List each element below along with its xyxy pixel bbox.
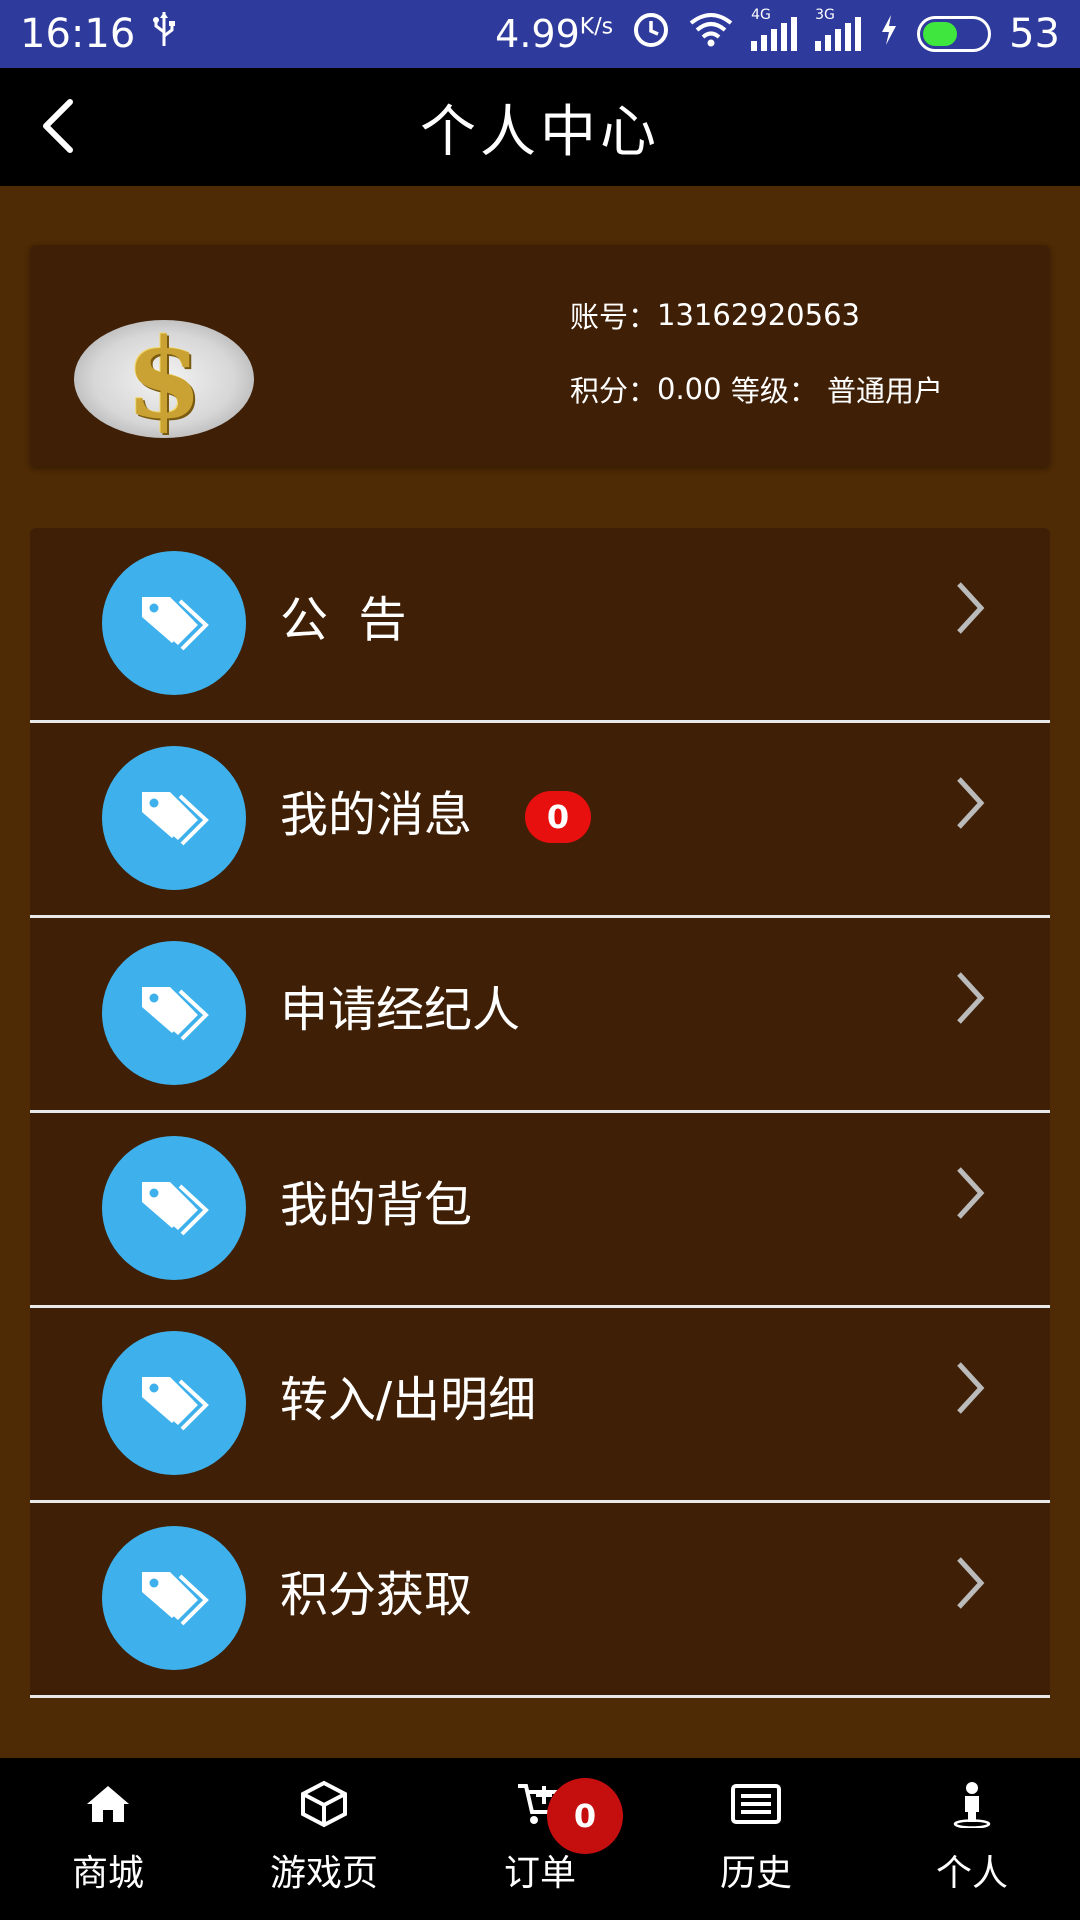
chevron-right-icon <box>950 1553 990 1613</box>
page-title: 个人中心 <box>420 99 660 165</box>
points-row: 积分： 0.00 等级： 普通用户 <box>570 369 943 409</box>
message-count-badge: 0 <box>525 791 591 843</box>
tab-orders[interactable]: 订单 0 <box>432 1758 648 1920</box>
signal-4g-icon: 4G <box>751 7 798 51</box>
menu-item-label: 我的背包 <box>280 1177 473 1233</box>
network-speed: 4.99K/s <box>495 12 613 56</box>
status-bar: 16:16 4.99K/s 4G 3G 53 <box>0 0 1080 68</box>
battery-icon <box>917 16 992 52</box>
back-button[interactable] <box>30 98 86 154</box>
tab-label: 历史 <box>719 1853 792 1894</box>
tab-mall[interactable]: 商城 <box>0 1758 216 1920</box>
tab-game[interactable]: 游戏页 <box>216 1758 432 1920</box>
cube-icon <box>296 1776 352 1832</box>
account-label: 账号： <box>570 300 658 334</box>
tab-personal[interactable]: 个人 <box>864 1758 1080 1920</box>
level-value: 普通用户 <box>827 374 944 408</box>
status-right: 4.99K/s 4G 3G 53 <box>495 7 1060 59</box>
avatar[interactable]: $ <box>74 320 254 438</box>
app-header: 个人中心 <box>0 68 1080 186</box>
status-left: 16:16 <box>20 10 177 58</box>
menu-item-my-backpack[interactable]: 我的背包 <box>30 1113 1050 1308</box>
tag-icon <box>102 1526 246 1670</box>
dollar-icon: $ <box>125 320 203 438</box>
battery-level: 53 <box>1009 11 1060 57</box>
tab-label: 商城 <box>71 1853 144 1894</box>
cart-count-badge: 0 <box>547 1778 623 1854</box>
person-icon <box>944 1776 1000 1832</box>
tag-icon <box>102 551 246 695</box>
menu-item-earn-points[interactable]: 积分获取 <box>30 1503 1050 1698</box>
menu-item-apply-agent[interactable]: 申请经纪人 <box>30 918 1050 1113</box>
chevron-right-icon <box>950 773 990 833</box>
account-row: 账号： 13162920563 <box>570 295 943 335</box>
tag-icon <box>102 1331 246 1475</box>
chevron-right-icon <box>950 1358 990 1418</box>
profile-card: $ 账号： 13162920563 积分： 0.00 等级： 普通用户 <box>30 245 1050 467</box>
points-value: 0.00 <box>657 372 722 406</box>
alarm-icon <box>631 9 671 59</box>
chevron-right-icon <box>950 578 990 638</box>
home-icon <box>80 1776 136 1832</box>
usb-icon <box>151 10 177 58</box>
menu-item-my-messages[interactable]: 我的消息 0 <box>30 723 1050 918</box>
menu-item-label: 积分获取 <box>280 1567 473 1623</box>
network-speed-unit: K/s <box>579 14 614 40</box>
tag-icon <box>102 941 246 1085</box>
chevron-left-icon <box>43 99 73 153</box>
chevron-right-icon <box>950 1163 990 1223</box>
bottom-tab-bar: 商城 游戏页 订单 0 历史 个人 <box>0 1758 1080 1920</box>
account-value: 13162920563 <box>657 298 860 332</box>
menu-item-label: 申请经纪人 <box>280 982 521 1038</box>
signal-4g-tag: 4G <box>751 7 771 23</box>
tag-icon <box>102 1136 246 1280</box>
chevron-right-icon <box>950 968 990 1028</box>
tab-label: 订单 <box>503 1853 576 1894</box>
menu-item-transfer-details[interactable]: 转入/出明细 <box>30 1308 1050 1503</box>
menu-list: 公 告 我的消息 0 申请经纪人 我的背包 转入/出明细 积分获取 <box>30 528 1050 1698</box>
tag-icon <box>102 746 246 890</box>
network-speed-value: 4.99 <box>495 12 580 56</box>
level-label: 等级： <box>730 374 818 408</box>
menu-item-label: 我的消息 <box>280 787 473 843</box>
menu-item-label: 公 告 <box>280 592 407 648</box>
menu-item-label: 转入/出明细 <box>280 1372 537 1428</box>
charging-icon <box>879 11 899 57</box>
menu-item-announcement[interactable]: 公 告 <box>30 528 1050 723</box>
profile-info: 账号： 13162920563 积分： 0.00 等级： 普通用户 <box>570 295 943 443</box>
tab-label: 个人 <box>935 1853 1008 1894</box>
signal-3g-tag: 3G <box>815 7 835 23</box>
status-time: 16:16 <box>20 11 136 57</box>
signal-3g-icon: 3G <box>815 7 862 51</box>
wifi-icon <box>689 11 733 57</box>
points-label: 积分： <box>570 374 658 408</box>
tab-label: 游戏页 <box>269 1853 378 1894</box>
list-icon <box>728 1776 784 1832</box>
tab-history[interactable]: 历史 <box>648 1758 864 1920</box>
